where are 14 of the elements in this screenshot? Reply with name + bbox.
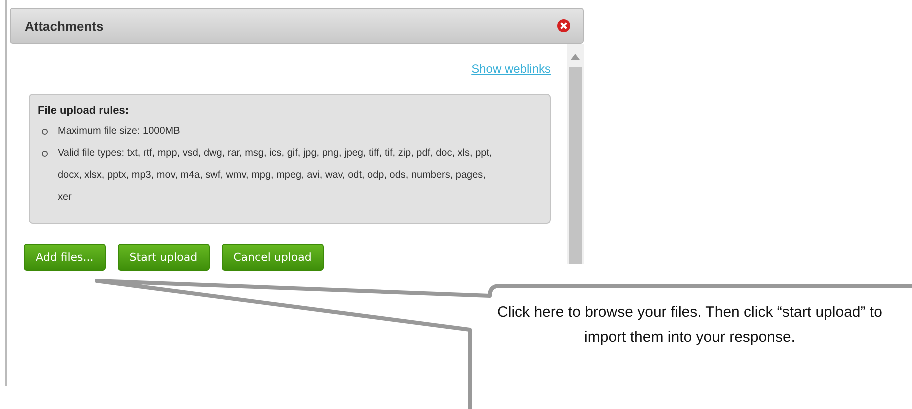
upload-button[interactable]: Add files... (24, 244, 106, 271)
show-weblinks-link[interactable]: Show weblinks (472, 62, 551, 88)
upload-button[interactable]: Cancel upload (222, 244, 324, 271)
callout-text: Click here to browse your files. Then click “start upload” to import them into your response. (496, 303, 884, 348)
rule-text: Maximum file size: 1000MB (58, 125, 182, 139)
scroll-up-icon[interactable] (571, 54, 580, 60)
scrollbar[interactable] (567, 44, 584, 264)
close-icon[interactable] (557, 19, 571, 33)
bullet-icon (42, 129, 48, 135)
rules-heading: File upload rules: (38, 105, 130, 117)
dialog-title: Attachments (25, 18, 104, 34)
bullet-icon (42, 151, 48, 157)
rule-text: Valid file types: txt, rtf, mpp, vsd, dwg, rar, msg, ics, gif, jpg, png, jpeg, tiff, tif, zip, pdf, doc, xls, ppt, docx, xlsx, pptx, mp3, mov, m4a, swf, wmv, mpg, mpeg, avi, wav, odt, odp, ods, numbers, pages, xer (58, 147, 494, 205)
upload-button[interactable]: Start upload (118, 244, 210, 271)
